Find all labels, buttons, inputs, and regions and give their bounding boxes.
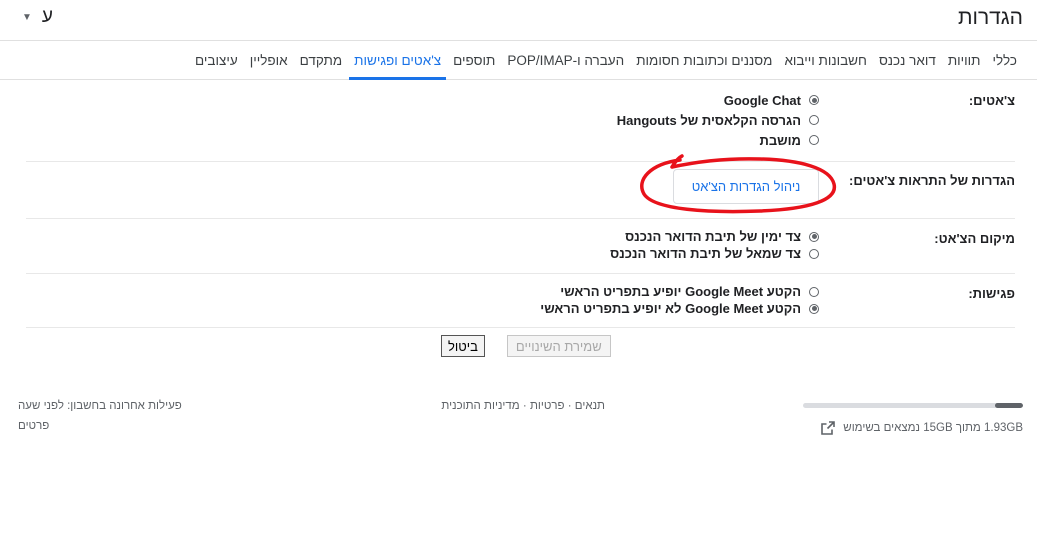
storage-usage: 1.93GB מתוך 15GB נמצאים בשימוש — [821, 421, 1023, 435]
activity-details-link[interactable]: פרטים — [18, 420, 218, 432]
radio-meet-hide[interactable] — [809, 303, 819, 314]
cancel-button[interactable]: ביטול — [441, 335, 485, 357]
account-activity: פעילות אחרונה בחשבון: לפני שעה פרטים — [18, 400, 218, 432]
last-activity-text: פעילות אחרונה בחשבון: לפני שעה — [18, 400, 182, 412]
radio-chat-off[interactable] — [809, 135, 819, 145]
storage-bar — [803, 403, 1023, 408]
chat-option-label: הגרסה הקלאסית של Hangouts — [616, 112, 801, 128]
tab-general[interactable]: כללי — [988, 41, 1023, 79]
chat-options: Google Chat הגרסה הקלאסית של Hangouts מו… — [617, 90, 819, 150]
settings-header: הגדרות ▼ ע — [0, 0, 1037, 40]
tab-offline[interactable]: אופליין — [245, 41, 293, 79]
footer-link-separator: · — [522, 400, 527, 412]
chat-setting-row: צ'אטים: Google Chat הגרסה הקלאסית של Han… — [26, 81, 1015, 162]
page-title: הגדרות — [957, 6, 1023, 29]
tab-inbox[interactable]: דואר נכנס — [874, 41, 941, 79]
storage-bar-fill — [994, 403, 1023, 408]
tab-labels[interactable]: תוויות — [943, 41, 986, 79]
position-option-label: צד שמאל של תיבת הדואר הנכנס — [610, 246, 801, 261]
radio-google-chat[interactable] — [809, 95, 819, 105]
tab-chat-meet[interactable]: צ'אטים ופגישות — [349, 41, 447, 80]
chat-position-label: מיקום הצ'אט: — [934, 231, 1015, 246]
footer-link-separator: · — [567, 400, 572, 412]
save-changes-button[interactable]: שמירת השינויים — [506, 335, 611, 357]
privacy-link[interactable]: פרטיות — [530, 400, 565, 412]
chat-position-options: צד ימין של תיבת הדואר הנכנס צד שמאל של ת… — [610, 228, 819, 262]
meet-option-label: הקטע Google Meet יופיע בתפריט הראשי — [560, 284, 801, 299]
input-language-label[interactable]: ע — [42, 6, 53, 28]
storage-indicator: 1.93GB מתוך 15GB נמצאים בשימוש — [803, 403, 1023, 435]
radio-meet-show[interactable] — [809, 286, 819, 297]
settings-actions: ביטול שמירת השינויים — [441, 335, 611, 357]
chat-option-off[interactable]: מושבת — [617, 130, 819, 150]
tab-advanced[interactable]: מתקדם — [295, 41, 348, 79]
tab-forwarding-pop-imap[interactable]: העברה ו-POP/IMAP — [502, 41, 629, 79]
tab-accounts-import[interactable]: חשבונות וייבוא — [779, 41, 871, 79]
chat-notifications-label: הגדרות של התראות צ'אטים: — [849, 173, 1015, 188]
position-option-right[interactable]: צד ימין של תיבת הדואר הנכנס — [610, 228, 819, 245]
program-policies-link[interactable]: מדיניות התוכנית — [441, 400, 519, 412]
footer: 1.93GB מתוך 15GB נמצאים בשימוש תנאים · פ… — [0, 395, 1037, 455]
settings-tabs: כללי תוויות דואר נכנס חשבונות וייבוא מסנ… — [0, 40, 1037, 80]
radio-classic-hangouts[interactable] — [809, 115, 819, 125]
manage-chat-settings-button[interactable]: ניהול הגדרות הצ'אט — [673, 169, 819, 204]
meet-row: פגישות: הקטע Google Meet יופיע בתפריט הר… — [26, 274, 1015, 328]
tab-filters-blocked[interactable]: מסננים וכתובות חסומות — [631, 41, 777, 79]
settings-page: הגדרות ▼ ע כללי תוויות דואר נכנס חשבונות… — [0, 0, 1037, 547]
chat-position-row: מיקום הצ'אט: צד ימין של תיבת הדואר הנכנס… — [26, 219, 1015, 274]
chat-label: צ'אטים: — [968, 93, 1015, 108]
input-tools-selector[interactable]: ▼ ע — [22, 6, 53, 28]
radio-position-left[interactable] — [809, 248, 819, 259]
chevron-down-icon[interactable]: ▼ — [22, 12, 32, 23]
radio-position-right[interactable] — [809, 231, 819, 242]
chat-option-classic-hangouts[interactable]: הגרסה הקלאסית של Hangouts — [617, 110, 819, 130]
chat-notifications-row: הגדרות של התראות צ'אטים: ניהול הגדרות הצ… — [26, 162, 1015, 219]
chat-option-label: Google Chat — [723, 92, 801, 108]
meet-option-show[interactable]: הקטע Google Meet יופיע בתפריט הראשי — [540, 283, 819, 300]
position-option-left[interactable]: צד שמאל של תיבת הדואר הנכנס — [610, 245, 819, 262]
tab-themes[interactable]: עיצובים — [190, 41, 243, 79]
meet-option-hide[interactable]: הקטע Google Meet לא יופיע בתפריט הראשי — [540, 300, 819, 317]
terms-link[interactable]: תנאים — [575, 400, 605, 412]
meet-option-label: הקטע Google Meet לא יופיע בתפריט הראשי — [540, 301, 801, 316]
meet-label: פגישות: — [968, 286, 1015, 301]
open-in-new-icon[interactable] — [821, 421, 836, 435]
position-option-label: צד ימין של תיבת הדואר הנכנס — [625, 229, 801, 244]
tab-addons[interactable]: תוספים — [448, 41, 500, 79]
chat-option-label: מושבת — [759, 132, 801, 148]
meet-options: הקטע Google Meet יופיע בתפריט הראשי הקטע… — [540, 283, 819, 317]
storage-usage-text: 1.93GB מתוך 15GB נמצאים בשימוש — [843, 422, 1023, 434]
chat-option-google-chat[interactable]: Google Chat — [617, 90, 819, 110]
footer-links: תנאים · פרטיות · מדיניות התוכנית — [441, 400, 605, 412]
